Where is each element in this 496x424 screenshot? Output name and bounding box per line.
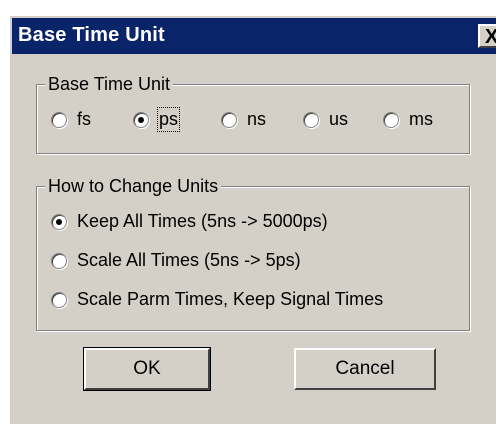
radio-us-circle[interactable]: [303, 111, 319, 128]
radio-keep-all-times-label: Keep All Times (5ns -> 5000ps): [77, 211, 328, 231]
title-bar[interactable]: Base Time Unit X: [12, 18, 496, 54]
radio-ps[interactable]: ps: [133, 107, 181, 132]
cancel-button[interactable]: Cancel: [294, 348, 436, 390]
radio-us[interactable]: us: [303, 109, 348, 130]
cancel-button-label: Cancel: [335, 358, 395, 379]
radio-scale-all-times-circle[interactable]: [51, 252, 67, 269]
radio-ps-circle[interactable]: [133, 111, 149, 128]
radio-scale-all-times-label: Scale All Times (5ns -> 5ps): [77, 250, 301, 270]
radio-scale-all-times[interactable]: Scale All Times (5ns -> 5ps): [51, 250, 301, 271]
radio-keep-all-times-circle[interactable]: [51, 213, 67, 230]
radio-ms-circle[interactable]: [383, 111, 399, 128]
change-units-group-label: How to Change Units: [45, 175, 222, 197]
radio-ms[interactable]: ms: [383, 109, 433, 130]
radio-fs-label: fs: [77, 109, 92, 129]
radio-ps-label: ps: [156, 107, 181, 132]
radio-fs[interactable]: fs: [51, 109, 91, 130]
radio-us-label: us: [329, 109, 349, 129]
base-time-unit-group: Base Time Unit fs ps ns us ms: [36, 73, 470, 154]
change-units-group: How to Change Units Keep All Times (5ns …: [36, 175, 470, 331]
radio-ms-label: ms: [409, 109, 433, 129]
radio-keep-all-times[interactable]: Keep All Times (5ns -> 5000ps): [51, 211, 328, 232]
close-icon: X: [485, 26, 496, 48]
radio-ns-circle[interactable]: [221, 111, 237, 128]
base-time-unit-group-label: Base Time Unit: [45, 73, 174, 95]
base-time-unit-dialog: Base Time Unit X Base Time Unit fs ps ns…: [8, 14, 496, 424]
close-button[interactable]: X: [478, 24, 496, 48]
radio-scale-parm-times-circle[interactable]: [51, 291, 67, 308]
ok-button[interactable]: OK: [83, 347, 211, 391]
ok-button-label: OK: [133, 358, 161, 379]
radio-ns-label: ns: [247, 109, 267, 129]
radio-scale-parm-times-label: Scale Parm Times, Keep Signal Times: [77, 289, 384, 309]
radio-ns[interactable]: ns: [221, 109, 266, 130]
radio-scale-parm-times[interactable]: Scale Parm Times, Keep Signal Times: [51, 289, 383, 310]
dialog-title: Base Time Unit: [18, 24, 165, 46]
radio-fs-circle[interactable]: [51, 111, 67, 128]
